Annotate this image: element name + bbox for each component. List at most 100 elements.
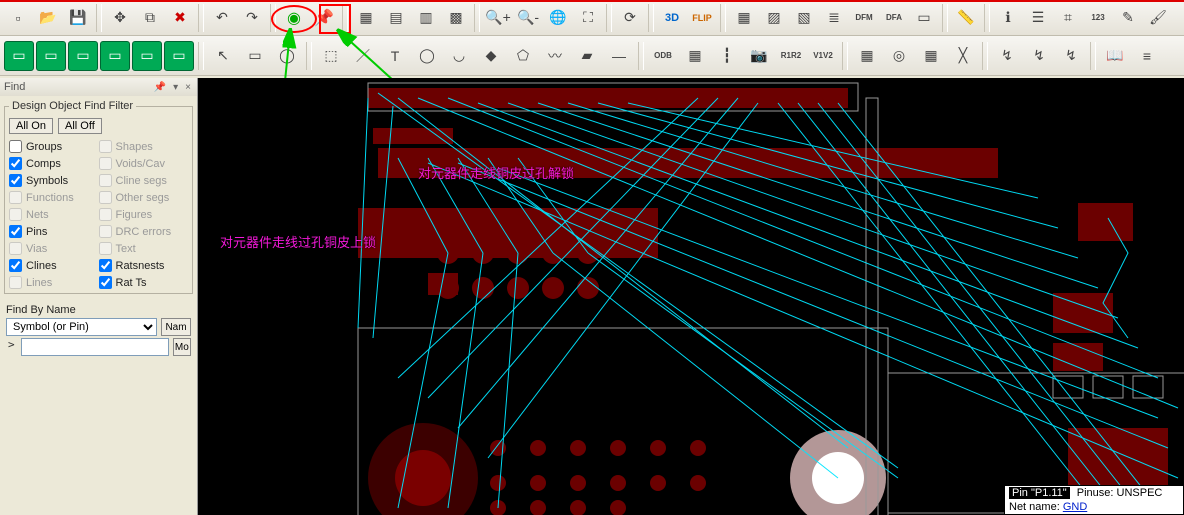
new-button[interactable]: ▫ (4, 4, 32, 32)
filter-other-segs: Other segs (99, 191, 189, 204)
redo-button[interactable]: ↷ (238, 4, 266, 32)
odb-button[interactable]: ODB (648, 41, 678, 71)
grid2-button[interactable]: ▤ (382, 4, 410, 32)
pins-button[interactable]: ┇ (712, 41, 742, 71)
net-button[interactable]: ⌗ (1054, 4, 1082, 32)
close-icon[interactable]: × (183, 82, 193, 93)
paint-button[interactable]: 🖌 (1144, 4, 1172, 32)
dfm-button[interactable]: DFM (850, 4, 878, 32)
all-off-button[interactable]: All Off (58, 118, 102, 134)
drc-rect-button[interactable]: ▭ (910, 4, 938, 32)
stack-button[interactable]: ≣ (820, 4, 848, 32)
grid4-button[interactable]: ▩ (442, 4, 470, 32)
rect-d-button[interactable]: ▭ (100, 41, 130, 71)
dfa-button[interactable]: DFA (880, 4, 908, 32)
hline-button[interactable]: — (604, 41, 634, 71)
toolbar-separator (982, 42, 988, 70)
route-b-button[interactable]: ↯ (1024, 41, 1054, 71)
line-button[interactable]: ／ (348, 41, 378, 71)
filter-checkbox[interactable] (9, 157, 22, 170)
filter-rat-ts[interactable]: Rat Ts (99, 276, 189, 289)
layer3-button[interactable]: ▧ (790, 4, 818, 32)
rect-button[interactable]: ▭ (240, 41, 270, 71)
name-button[interactable]: Nam (161, 318, 191, 336)
3d-button[interactable]: 3D (658, 4, 686, 32)
v1v2-button[interactable]: V1V2 (808, 41, 838, 71)
layer2-button[interactable]: ▨ (760, 4, 788, 32)
flip-button[interactable]: FLIP (688, 4, 716, 32)
poly-button[interactable]: ⬠ (508, 41, 538, 71)
filter-pins[interactable]: Pins (9, 225, 99, 238)
fill-button[interactable]: ▰ (572, 41, 602, 71)
netname-link[interactable]: GND (1063, 501, 1087, 513)
filter-checkbox[interactable] (9, 140, 22, 153)
find-panel-title: Find (4, 81, 25, 93)
undo-button[interactable]: ↶ (208, 4, 236, 32)
filter-checkbox[interactable] (99, 276, 112, 289)
all-on-button[interactable]: All On (9, 118, 53, 134)
eyedrop-button[interactable]: ✎ (1114, 4, 1142, 32)
rect-e-button[interactable]: ▭ (132, 41, 162, 71)
unfix-button[interactable]: ◉ (280, 4, 308, 32)
filter-symbols[interactable]: Symbols (9, 174, 99, 187)
filter-checkbox[interactable] (9, 174, 22, 187)
copy-button[interactable]: ⧉ (136, 4, 164, 32)
filter-cline-segs: Cline segs (99, 174, 189, 187)
grid1-button[interactable]: ▦ (352, 4, 380, 32)
save-button[interactable]: 💾 (64, 4, 92, 32)
dropdown-icon[interactable]: ▾ (171, 82, 180, 93)
rect-c-button[interactable]: ▭ (68, 41, 98, 71)
route-c-button[interactable]: ↯ (1056, 41, 1086, 71)
grid-button[interactable]: ▦ (852, 41, 882, 71)
pin-icon[interactable]: 📌 (152, 82, 168, 93)
find-name-input[interactable] (21, 338, 169, 356)
filter-ratsnests[interactable]: Ratsnests (99, 259, 189, 272)
book-button[interactable]: 📖 (1100, 41, 1130, 71)
circle-button[interactable]: ◯ (272, 41, 302, 71)
open-button[interactable]: 📂 (34, 4, 62, 32)
fix-button[interactable]: 📌 (310, 4, 338, 32)
net-grid-button[interactable]: ▦ (916, 41, 946, 71)
filter-clines[interactable]: Clines (9, 259, 99, 272)
diag-button[interactable]: ╳ (948, 41, 978, 71)
layer1-button[interactable]: ▦ (730, 4, 758, 32)
layers-button[interactable]: ≡ (1132, 41, 1162, 71)
filter-lines: Lines (9, 276, 99, 289)
r1r2-button[interactable]: R1R2 (776, 41, 806, 71)
grid3-button[interactable]: ▥ (412, 4, 440, 32)
num123-button[interactable]: 123 (1084, 4, 1112, 32)
rect-b-button[interactable]: ▭ (36, 41, 66, 71)
zoom-fit-button[interactable]: ⛶ (574, 4, 602, 32)
tgt-button[interactable]: ◎ (884, 41, 914, 71)
prop-button[interactable]: ☰ (1024, 4, 1052, 32)
filter-checkbox[interactable] (9, 225, 22, 238)
filter-checkbox[interactable] (99, 259, 112, 272)
polyline-button[interactable]: 〰 (540, 41, 570, 71)
filter-groups[interactable]: Groups (9, 140, 99, 153)
move4-button[interactable]: ✥ (106, 4, 134, 32)
shape-button[interactable]: ◆ (476, 41, 506, 71)
route-a-button[interactable]: ↯ (992, 41, 1022, 71)
select-button[interactable]: ⬚ (316, 41, 346, 71)
oval-button[interactable]: ◯ (412, 41, 442, 71)
pcb-canvas[interactable]: 对元器件走线铜皮过孔解锁 对元器件走线过孔铜皮上锁 Pin "P1.11" Pi… (198, 78, 1184, 515)
arc-button[interactable]: ◡ (444, 41, 474, 71)
filter-comps[interactable]: Comps (9, 157, 99, 170)
rect-a-button[interactable]: ▭ (4, 41, 34, 71)
ruler-button[interactable]: 📏 (952, 4, 980, 32)
camera-button[interactable]: 📷 (744, 41, 774, 71)
text-button[interactable]: T (380, 41, 410, 71)
cursor-button[interactable]: ↖ (208, 41, 238, 71)
zoom-out-button[interactable]: 🔍- (514, 4, 542, 32)
find-type-select[interactable]: Symbol (or Pin) (6, 318, 157, 336)
more-button[interactable]: Mo (173, 338, 191, 356)
filter-figures: Figures (99, 208, 189, 221)
table-button[interactable]: ▦ (680, 41, 710, 71)
filter-checkbox[interactable] (9, 259, 22, 272)
zoom-world-button[interactable]: 🌐 (544, 4, 572, 32)
info-button[interactable]: ℹ (994, 4, 1022, 32)
zoom-in-button[interactable]: 🔍+ (484, 4, 512, 32)
delete-button[interactable]: ✖ (166, 4, 194, 32)
rect-f-button[interactable]: ▭ (164, 41, 194, 71)
refresh-button[interactable]: ⟳ (616, 4, 644, 32)
